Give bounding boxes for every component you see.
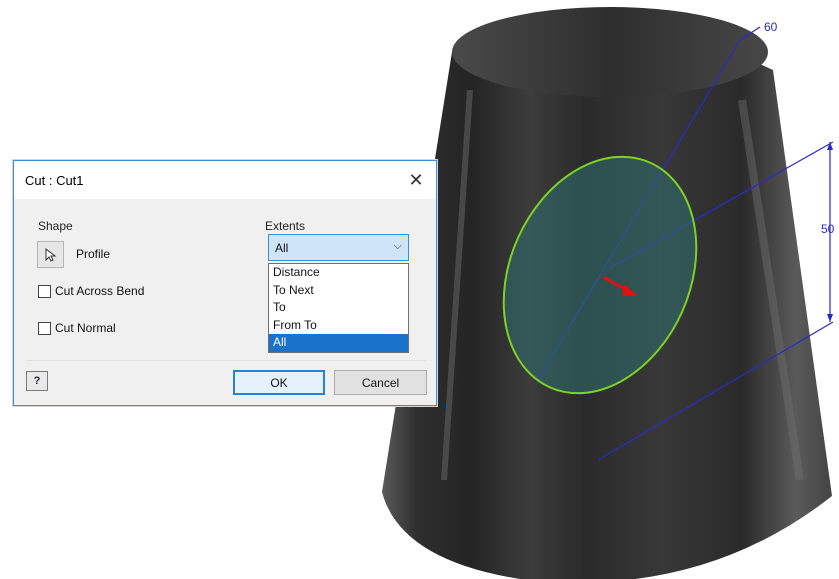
dialog-title: Cut : Cut1: [25, 173, 84, 188]
extents-option-distance[interactable]: Distance: [269, 264, 408, 282]
dimension-arrow: [827, 314, 833, 322]
dimension-arrow: [827, 142, 833, 150]
extents-option-all[interactable]: All: [269, 334, 408, 352]
profile-select-button[interactable]: [37, 241, 64, 268]
cut-dialog: Cut : Cut1 ✕ Shape Profile Cut Across Be…: [13, 160, 437, 406]
dimension-value[interactable]: 60: [764, 20, 777, 34]
shape-group-label: Shape: [38, 219, 73, 233]
extents-selected-value: All: [275, 241, 289, 255]
help-button[interactable]: ?: [26, 371, 48, 391]
cut-normal-row[interactable]: Cut Normal: [38, 321, 116, 335]
help-icon: ?: [33, 375, 41, 387]
extents-option-from-to[interactable]: From To: [269, 317, 408, 335]
close-button[interactable]: ✕: [396, 161, 436, 199]
cone-top-face: [452, 7, 768, 97]
cut-normal-checkbox[interactable]: [38, 321, 51, 335]
cut-across-bend-checkbox[interactable]: [38, 284, 51, 298]
ok-button[interactable]: OK: [233, 370, 325, 395]
extents-group-label: Extents: [265, 219, 306, 233]
cursor-arrow-icon: [45, 247, 56, 262]
cancel-button[interactable]: Cancel: [334, 370, 427, 395]
chevron-down-icon: ⌵: [393, 240, 402, 252]
close-icon: ✕: [408, 169, 424, 190]
cut-across-bend-label: Cut Across Bend: [55, 284, 145, 298]
extents-dropdown-list: Distance To Next To From To All: [268, 263, 409, 353]
extents-option-to-next[interactable]: To Next: [269, 282, 408, 300]
extents-select[interactable]: All ⌵: [268, 234, 409, 261]
cut-normal-label: Cut Normal: [55, 321, 116, 335]
extents-option-to[interactable]: To: [269, 299, 408, 317]
dimension-value[interactable]: 50: [821, 222, 834, 236]
profile-label: Profile: [76, 247, 111, 261]
dialog-separator: [26, 360, 426, 361]
cut-across-bend-row[interactable]: Cut Across Bend: [38, 284, 144, 298]
dialog-titlebar[interactable]: Cut : Cut1 ✕: [14, 161, 436, 199]
